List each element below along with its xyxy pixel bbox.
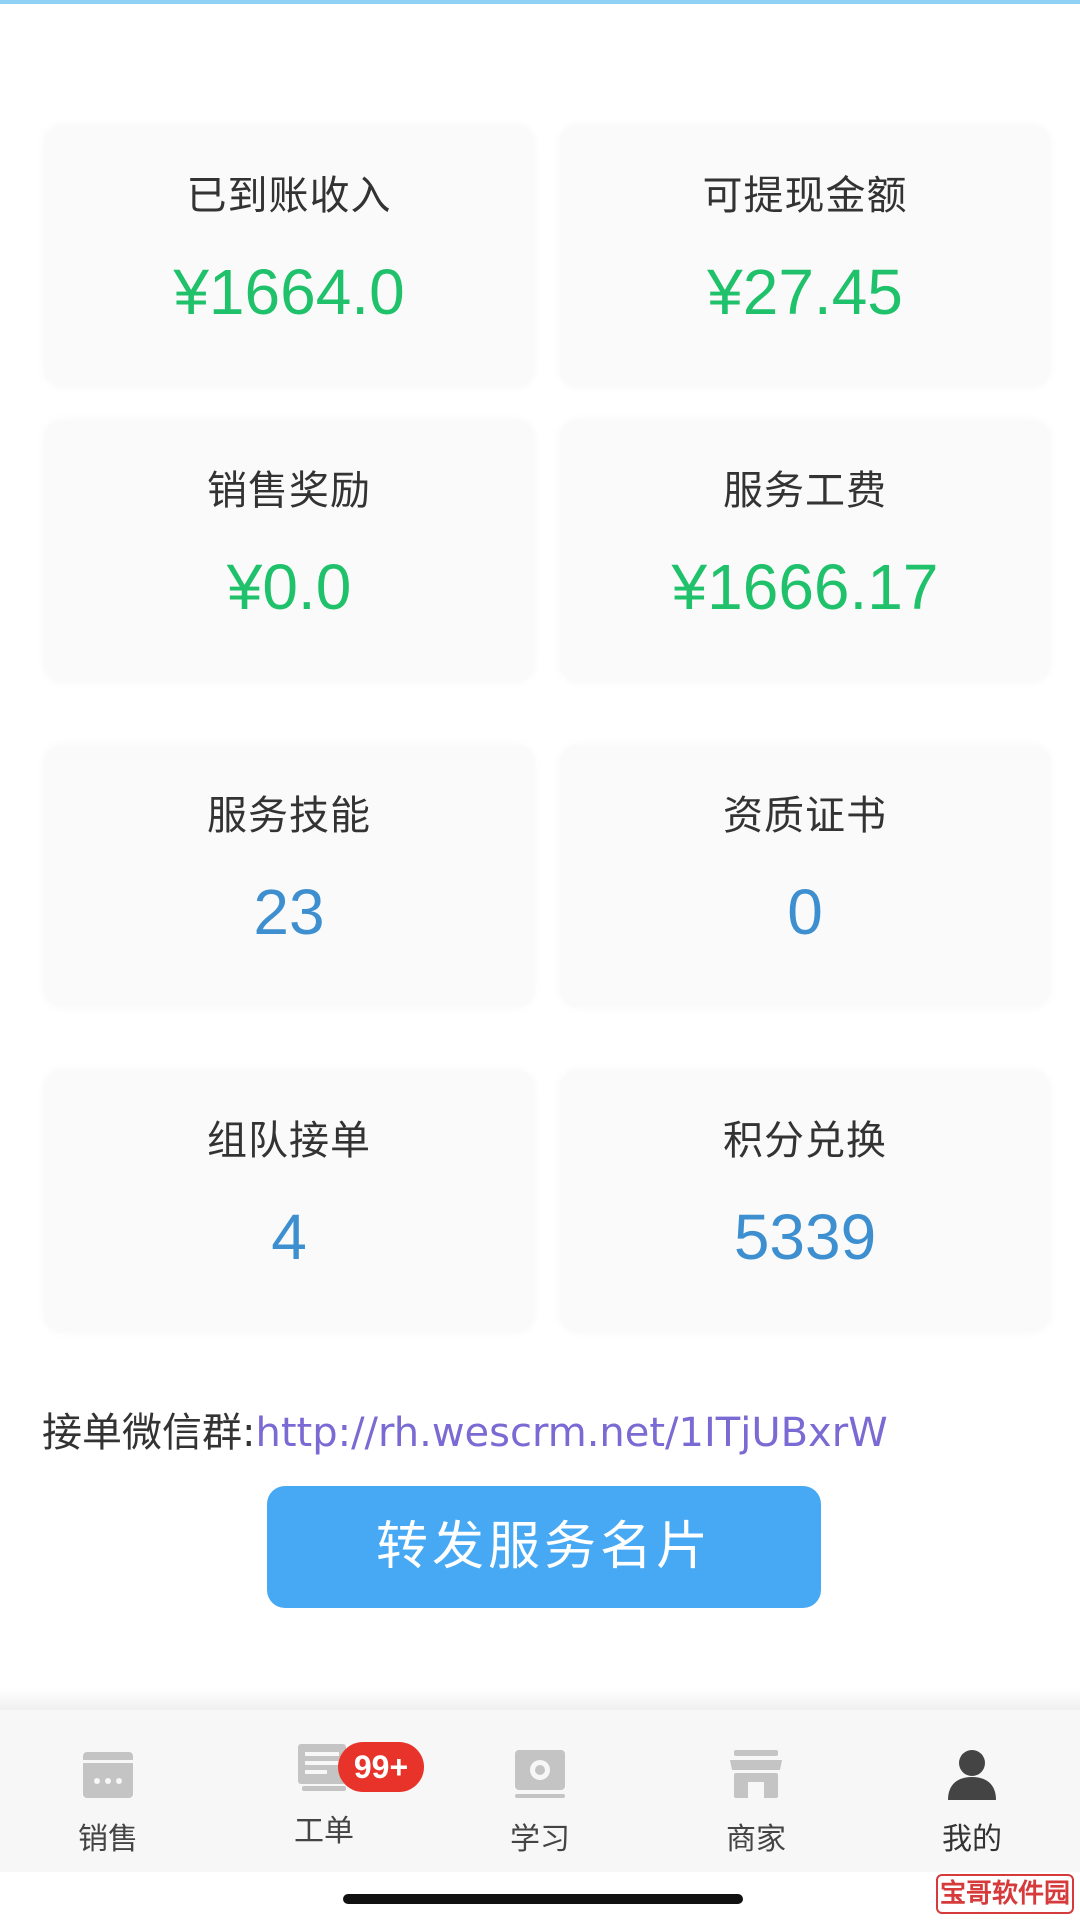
stat-label: 资质证书 xyxy=(723,793,887,839)
stat-value: ¥27.45 xyxy=(707,256,903,328)
stat-card-certificates[interactable]: 资质证书 0 xyxy=(560,745,1050,1007)
bottom-tab-bar: 销售 工单 学习 商家 我的 xyxy=(0,1710,1080,1872)
store-icon xyxy=(730,1750,782,1798)
tab-label: 我的 xyxy=(942,1822,1002,1857)
stat-card-points-exchange[interactable]: 积分兑换 5339 xyxy=(560,1070,1050,1332)
stat-card-received-income[interactable]: 已到账收入 ¥1664.0 xyxy=(44,125,534,387)
profile-icon xyxy=(948,1750,996,1800)
stat-card-service-skills[interactable]: 服务技能 23 xyxy=(44,745,534,1007)
stat-card-sales-reward[interactable]: 销售奖励 ¥0.0 xyxy=(44,420,534,682)
stat-card-service-fee[interactable]: 服务工费 ¥1666.17 xyxy=(560,420,1050,682)
stat-card-withdrawable[interactable]: 可提现金额 ¥27.45 xyxy=(560,125,1050,387)
stat-label: 已到账收入 xyxy=(186,173,392,219)
stat-value: ¥1664.0 xyxy=(173,256,405,328)
top-accent-line xyxy=(0,0,1080,4)
tab-label: 学习 xyxy=(510,1822,570,1857)
sales-icon xyxy=(83,1752,133,1798)
home-indicator[interactable] xyxy=(343,1894,743,1904)
wechat-group-line: 接单微信群:http://rh.wescrm.net/1ITjUBxrW xyxy=(42,1400,888,1458)
stat-label: 服务技能 xyxy=(207,793,371,839)
wechat-group-link[interactable]: http://rh.wescrm.net/1ITjUBxrW xyxy=(255,1410,887,1456)
stat-label: 销售奖励 xyxy=(207,468,371,514)
wechat-group-label: 接单微信群: xyxy=(42,1410,256,1456)
tab-study[interactable]: 学习 xyxy=(432,1710,648,1872)
stat-value: ¥0.0 xyxy=(226,551,352,623)
tab-label: 工单 xyxy=(294,1814,354,1849)
tabbar-shadow xyxy=(0,1688,1080,1710)
stat-value: ¥1666.17 xyxy=(671,551,939,623)
tab-mine[interactable]: 我的 xyxy=(864,1710,1080,1872)
share-service-card-button[interactable]: 转发服务名片 xyxy=(267,1486,821,1608)
tab-label: 商家 xyxy=(726,1822,786,1857)
stat-card-team-orders[interactable]: 组队接单 4 xyxy=(44,1070,534,1332)
stat-label: 积分兑换 xyxy=(723,1118,887,1164)
tab-sales[interactable]: 销售 xyxy=(0,1710,216,1872)
tab-label: 销售 xyxy=(78,1822,138,1857)
work-order-count-badge: 99+ xyxy=(338,1742,424,1792)
stat-label: 可提现金额 xyxy=(702,173,908,219)
stat-value: 23 xyxy=(253,876,325,948)
stat-value: 4 xyxy=(271,1201,307,1273)
tab-merchant[interactable]: 商家 xyxy=(648,1710,864,1872)
study-icon xyxy=(515,1750,565,1798)
stat-value: 5339 xyxy=(733,1201,877,1273)
stat-label: 服务工费 xyxy=(723,468,887,514)
watermark-logo: 宝哥软件园 xyxy=(936,1874,1074,1914)
stat-label: 组队接单 xyxy=(207,1118,371,1164)
stat-value: 0 xyxy=(787,876,823,948)
